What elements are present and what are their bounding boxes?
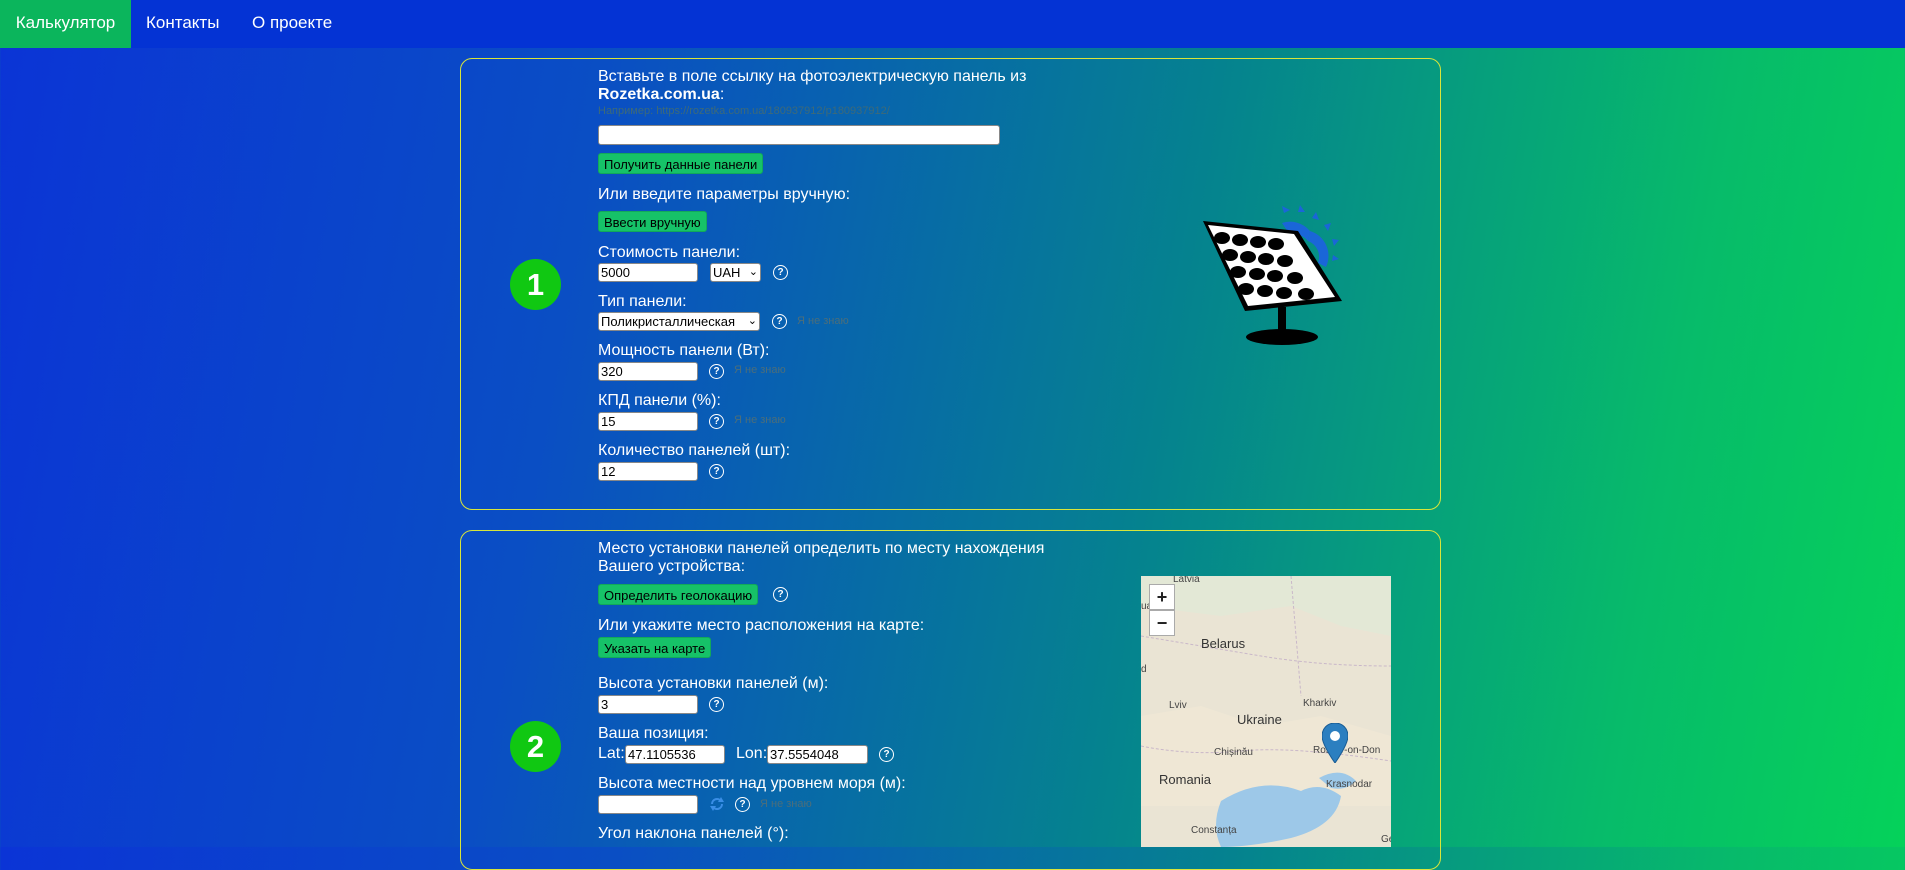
- map-label-belarus: Belarus: [1201, 636, 1246, 651]
- map-label-krasnodar: Krasnodar: [1326, 779, 1373, 790]
- efficiency-help-icon[interactable]: ?: [709, 414, 724, 429]
- panel-url-input[interactable]: [598, 125, 1000, 145]
- power-label: Мощность панели (Вт):: [598, 342, 770, 359]
- map-label-ukraine: Ukraine: [1237, 712, 1282, 727]
- lat-label: Lat:: [598, 745, 625, 762]
- tilt-label: Угол наклона панелей (°):: [598, 825, 789, 842]
- cost-input[interactable]: [598, 263, 698, 282]
- step-2-badge: 2: [510, 721, 561, 772]
- map-label-latvia: Latvia: [1173, 576, 1200, 585]
- install-height-label: Высота установки панелей (м):: [598, 675, 829, 692]
- nav-item-contacts[interactable]: Контакты: [146, 0, 219, 48]
- power-help-icon[interactable]: ?: [709, 364, 724, 379]
- geo-text-line-1: Место установки панелей определить по ме…: [598, 540, 1045, 557]
- map-zoom-out-button[interactable]: −: [1149, 610, 1175, 636]
- link-intro-text: Вставьте в поле ссылку на фотоэлектричес…: [598, 68, 1027, 85]
- map-label-constanta: Constanța: [1191, 825, 1237, 836]
- map-label-partial: d: [1141, 664, 1147, 675]
- nav-item-about[interactable]: О проекте: [252, 0, 332, 48]
- chevron-down-icon: ⌄: [748, 266, 758, 278]
- cost-label: Стоимость панели:: [598, 244, 741, 261]
- geo-text-line-2: Вашего устройства:: [598, 558, 746, 575]
- count-label: Количество панелей (шт):: [598, 442, 791, 459]
- lat-input[interactable]: [625, 745, 725, 764]
- lon-label: Lon:: [736, 745, 768, 762]
- rozetka-site-text: Rozetka.com.ua:: [598, 86, 725, 103]
- currency-select[interactable]: UAH ⌄: [710, 263, 761, 282]
- efficiency-dont-know-link[interactable]: Я не знаю: [734, 414, 786, 426]
- manual-entry-text: Или введите параметры вручную:: [598, 186, 851, 203]
- power-input[interactable]: [598, 362, 698, 381]
- map-label-kharkiv: Kharkiv: [1303, 698, 1337, 709]
- type-dont-know-link[interactable]: Я не знаю: [797, 315, 849, 327]
- lon-input[interactable]: [767, 745, 868, 764]
- map-zoom-in-button[interactable]: +: [1149, 584, 1175, 610]
- position-label: Ваша позиция:: [598, 725, 709, 742]
- altitude-input[interactable]: [598, 795, 698, 814]
- detect-geolocation-button[interactable]: Определить геолокацию: [598, 584, 759, 605]
- geo-help-icon[interactable]: ?: [773, 587, 788, 602]
- power-dont-know-link[interactable]: Я не знаю: [734, 364, 786, 376]
- map-choice-text: Или укажите место расположения на карте:: [598, 617, 925, 634]
- map-label-romania: Romania: [1159, 772, 1212, 787]
- map-marker-icon[interactable]: [1322, 723, 1348, 763]
- position-help-icon[interactable]: ?: [879, 747, 894, 762]
- nav-item-calculator[interactable]: Калькулятор: [0, 0, 131, 48]
- pick-on-map-button[interactable]: Указать на карте: [598, 637, 712, 658]
- map-label-lviv: Lviv: [1169, 700, 1187, 711]
- location-map[interactable]: Latvia uania Belarus d Lviv Kharkiv Ukra…: [1141, 576, 1391, 847]
- panel-type-select[interactable]: Поликристаллическая ⌄: [598, 312, 760, 331]
- refresh-icon[interactable]: [709, 797, 725, 811]
- top-nav: Калькулятор Контакты О проекте: [0, 0, 1905, 48]
- efficiency-input[interactable]: [598, 412, 698, 431]
- install-height-input[interactable]: [598, 695, 698, 714]
- altitude-label: Высота местности над уровнем моря (м):: [598, 775, 906, 792]
- example-url-text: Например: https://rozetka.com.ua/1809379…: [598, 105, 890, 117]
- type-help-icon[interactable]: ?: [772, 314, 787, 329]
- efficiency-label: КПД панели (%):: [598, 392, 721, 409]
- map-label-georgia-partial: Ge: [1381, 834, 1391, 845]
- solar-panel-icon: [1203, 205, 1342, 345]
- height-help-icon[interactable]: ?: [709, 697, 724, 712]
- step-1-badge: 1: [510, 259, 561, 310]
- count-input[interactable]: [598, 462, 698, 481]
- cost-help-icon[interactable]: ?: [773, 265, 788, 280]
- count-help-icon[interactable]: ?: [709, 464, 724, 479]
- altitude-help-icon[interactable]: ?: [735, 797, 750, 812]
- manual-entry-button[interactable]: Ввести вручную: [598, 211, 707, 232]
- type-label: Тип панели:: [598, 293, 687, 310]
- altitude-dont-know-link[interactable]: Я не знаю: [760, 798, 812, 810]
- map-label-chisinau: Chișinău: [1214, 747, 1253, 758]
- chevron-down-icon: ⌄: [747, 315, 757, 327]
- get-panel-data-button[interactable]: Получить данные панели: [598, 153, 764, 174]
